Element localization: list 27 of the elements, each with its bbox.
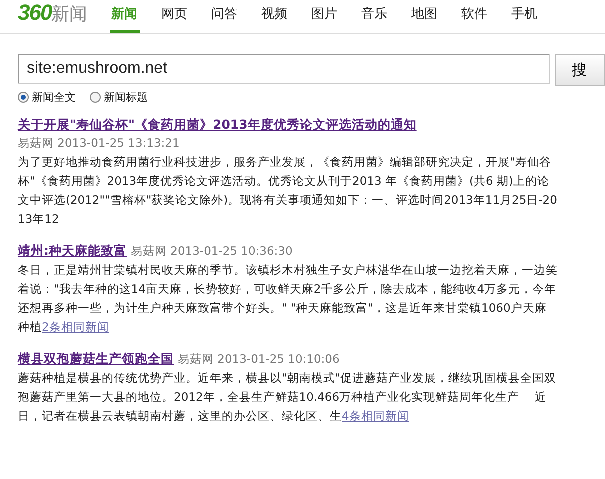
nav-tab[interactable]: 新闻 (110, 5, 140, 33)
related-news-link[interactable]: 2条相同新闻 (42, 320, 110, 334)
result-snippet: 为了更好地推动食药用菌行业科技进步，服务产业发展，《食药用菌》编辑部研究决定，开展"寿仙谷杯"《食药用菌》2013年度优秀论文评选活动。优秀论文从刊于2013 年《食药用菌》(共6 期)上的论文中评选(2012""雪榕杯"获奖论文除外)。现将有关事项通知如下：一、评选时间2013年11月25日-2013年12 (18, 154, 558, 228)
result-meta: 易菇网 2013-01-25 10:10:06 (178, 351, 340, 368)
result-meta: 易菇网 2013-01-25 13:13:21 (18, 135, 180, 152)
result-title-link[interactable]: 关于开展"寿仙谷杯"《食药用菌》2013年度优秀论文评选活动的通知 (18, 115, 417, 134)
nav-tab[interactable]: 问答 (210, 5, 240, 33)
radio-label[interactable]: 新闻标题 (104, 90, 148, 105)
result-meta: 易菇网 2013-01-25 10:36:30 (131, 243, 293, 260)
radio-button[interactable] (18, 92, 29, 103)
nav-tab[interactable]: 图片 (310, 5, 340, 33)
nav-tab[interactable]: 网页 (160, 5, 190, 33)
search-field[interactable]: site:emushroom.net (18, 54, 550, 84)
result-title-link[interactable]: 横县双孢蘑菇生产领跑全国 (18, 349, 174, 368)
nav-tab[interactable]: 手机 (510, 5, 540, 33)
result-title-link[interactable]: 靖州:种天麻能致富 (18, 241, 127, 260)
result-snippet: 蘑菇种植是横县的传统优势产业。近年来，横县以"朝南模式"促进蘑菇产业发展，继续巩固横县全国双孢蘑菇产里第一大县的地位。2012年，全县生产鲜菇10.466万种植产业化实现鲜菇周年化生产 近日，记者在横县云表镇朝南村蘑，这里的办公区、绿化区、生4条相同新闻 (18, 370, 558, 425)
radio-button[interactable] (90, 92, 101, 103)
radio-label[interactable]: 新闻全文 (32, 90, 76, 105)
nav-tab[interactable]: 地图 (410, 5, 440, 33)
nav-tab[interactable]: 音乐 (360, 5, 390, 33)
nav-tab[interactable]: 软件 (460, 5, 490, 33)
nav-tab[interactable]: 视频 (260, 5, 290, 33)
related-news-link[interactable]: 4条相同新闻 (342, 409, 410, 423)
search-button[interactable]: 搜 (555, 54, 605, 86)
result-snippet: 冬日，正是靖州甘棠镇村民收天麻的季节。该镇杉木村独生子女户林湛华在山坡一边挖着天麻，一边笑着说："我去年种的这14亩天麻，长势较好，可收鲜天麻2千多公斤，除去成本，能纯收4万多元，今年还想再多种一些，为计生户种天麻致富带个好头。" "种天麻能致富"，这是近年来甘棠镇1060户天麻种植2条相同新闻 (18, 262, 558, 336)
site-logo[interactable]: 360新闻 (18, 0, 88, 26)
